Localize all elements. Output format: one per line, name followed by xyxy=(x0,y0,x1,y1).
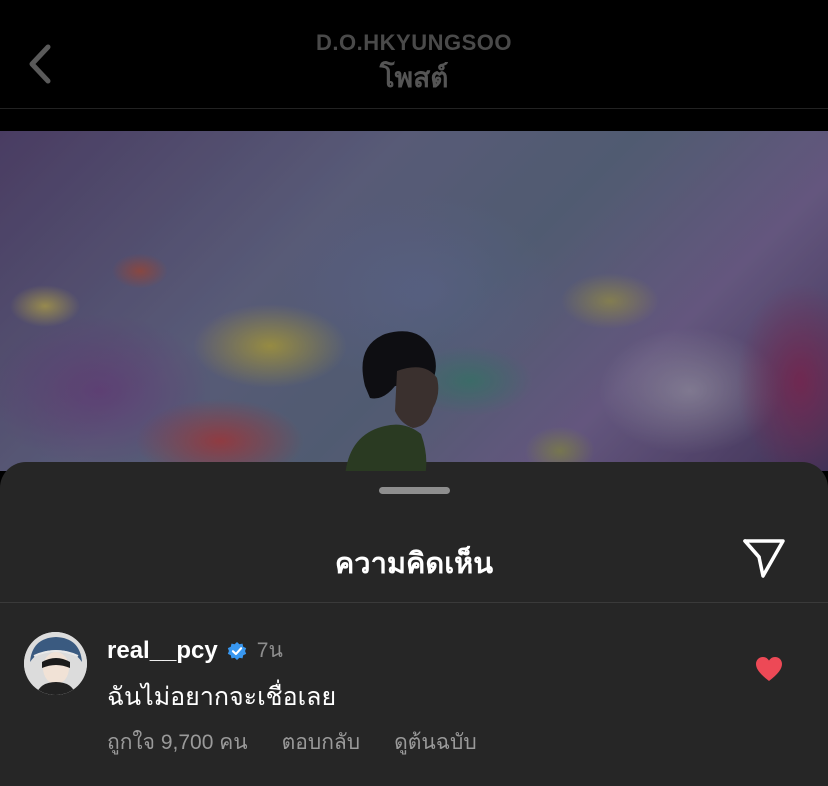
sheet-grabber[interactable] xyxy=(379,487,450,494)
page-title: โพสต์ xyxy=(379,62,449,93)
post-image[interactable] xyxy=(0,131,828,471)
heart-icon[interactable] xyxy=(754,655,784,683)
comment-username[interactable]: real__pcy xyxy=(107,637,218,665)
avatar[interactable] xyxy=(24,632,87,695)
view-original-button[interactable]: ดูต้นฉบับ xyxy=(394,726,477,759)
person-figure xyxy=(345,331,439,471)
avatar-image xyxy=(24,632,87,695)
verified-badge-icon xyxy=(227,641,246,660)
send-icon xyxy=(743,539,785,578)
comments-sheet: ความคิดเห็น real__pcy 7น ฉันไม่อยากจะเชื… xyxy=(0,462,828,786)
header-username: D.O.HKYUNGSOO xyxy=(316,30,512,55)
comment-text: ฉันไม่อยากจะเชื่อเลย xyxy=(107,683,337,711)
share-button[interactable] xyxy=(736,532,792,584)
divider xyxy=(0,602,828,603)
comment-header: real__pcy 7น xyxy=(107,634,283,667)
comment-time: 7น xyxy=(256,639,283,662)
comment-actions: ถูกใจ 9,700 คน ตอบกลับ ดูต้นฉบับ xyxy=(107,726,477,759)
likes-count-link[interactable]: ถูกใจ 9,700 คน xyxy=(107,726,248,759)
top-header: D.O.HKYUNGSOO โพสต์ xyxy=(0,0,828,109)
sheet-title: ความคิดเห็น xyxy=(334,548,494,580)
reply-button[interactable]: ตอบกลับ xyxy=(282,726,361,759)
